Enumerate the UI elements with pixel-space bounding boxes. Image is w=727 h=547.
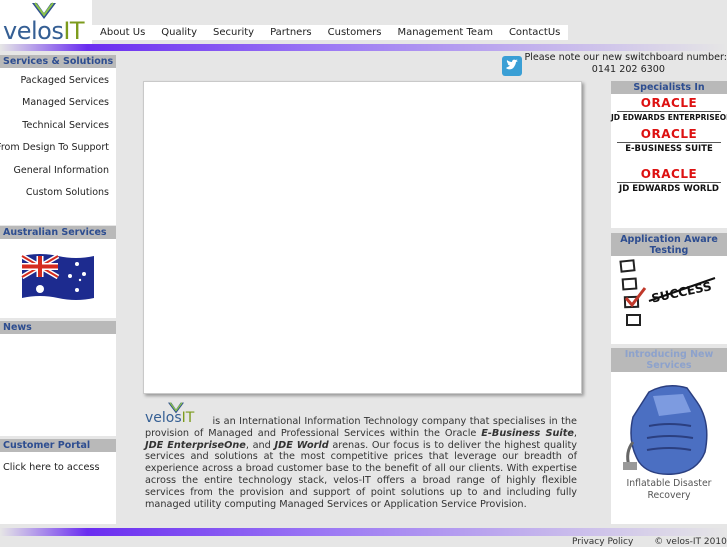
- jde-e1-emphasis: JDE EnterpriseOne: [145, 439, 246, 451]
- customer-portal-link[interactable]: Click here to access: [3, 462, 100, 473]
- menu-custom-solutions[interactable]: Custom Solutions: [26, 187, 109, 198]
- success-checklist-icon: SUCCESS: [619, 259, 716, 326]
- nav-customers[interactable]: Customers: [320, 25, 390, 40]
- inline-velosit-logo: velosIT: [145, 402, 207, 425]
- nav-contact-us[interactable]: ContactUs: [501, 25, 568, 40]
- oracle-jde-e1-logo[interactable]: ORACLE JD EDWARDS ENTERPRISEONE: [611, 97, 727, 123]
- notice-phone: 0141 202 6300: [591, 64, 665, 75]
- oracle-ebs-logo[interactable]: ORACLE E-BUSINESS SUITE: [611, 128, 727, 154]
- switchboard-notice: Please note our new switchboard number: …: [520, 52, 727, 76]
- copyright-text: © velos-IT 2010: [654, 537, 727, 547]
- inflatable-server-icon: [623, 385, 708, 475]
- nav-about-us[interactable]: About Us: [92, 25, 153, 40]
- news-panel: [0, 321, 116, 436]
- twitter-icon[interactable]: [502, 56, 522, 76]
- menu-general-information[interactable]: General Information: [14, 165, 109, 176]
- menu-technical-services[interactable]: Technical Services: [22, 120, 109, 131]
- intro-paragraph: velosIT is an International Information …: [145, 402, 577, 510]
- header-gradient-bar: [0, 44, 727, 51]
- nav-partners[interactable]: Partners: [262, 25, 320, 40]
- specialists-heading: Specialists In: [611, 81, 727, 94]
- footer: Privacy Policy © velos-IT 2010: [560, 537, 727, 547]
- testing-heading: Application Aware Testing: [611, 233, 727, 257]
- logo-wordmark: velosIT: [3, 17, 85, 45]
- notice-text: Please note our new switchboard number:: [524, 52, 727, 63]
- twitter-bird-icon: [506, 59, 518, 70]
- customer-portal-heading: Customer Portal: [0, 439, 116, 452]
- menu-design-to-support[interactable]: From Design To Support: [0, 142, 109, 153]
- menu-managed-services[interactable]: Managed Services: [22, 97, 109, 108]
- top-nav: About Us Quality Security Partners Custo…: [92, 25, 569, 40]
- testing-panel[interactable]: SUCCESS: [611, 256, 727, 344]
- nav-security[interactable]: Security: [205, 25, 262, 40]
- oracle-jde-world-logo[interactable]: ORACLE JD EDWARDS WORLD: [611, 168, 727, 194]
- privacy-policy-link[interactable]: Privacy Policy: [572, 537, 633, 547]
- new-services-heading: Introducing New Services: [611, 348, 727, 372]
- nav-management-team[interactable]: Management Team: [389, 25, 500, 40]
- australian-flag-icon[interactable]: [20, 252, 96, 306]
- footer-gradient-bar: [0, 528, 727, 536]
- velosit-logo[interactable]: velosIT: [0, 0, 92, 45]
- jde-world-emphasis: JDE World: [274, 439, 329, 451]
- services-menu: Packaged Services Managed Services Techn…: [0, 55, 116, 225]
- main-content-frame: [143, 81, 582, 394]
- ebs-emphasis: E-Business Suite: [481, 427, 574, 439]
- news-heading: News: [0, 321, 116, 334]
- menu-packaged-services[interactable]: Packaged Services: [21, 75, 110, 86]
- specialists-panel: ORACLE JD EDWARDS ENTERPRISEONE ORACLE E…: [611, 94, 727, 228]
- new-services-caption: Inflatable Disaster Recovery: [626, 478, 712, 501]
- nav-quality[interactable]: Quality: [153, 25, 205, 40]
- australian-heading: Australian Services: [0, 226, 116, 239]
- new-services-panel[interactable]: Inflatable Disaster Recovery: [611, 372, 727, 524]
